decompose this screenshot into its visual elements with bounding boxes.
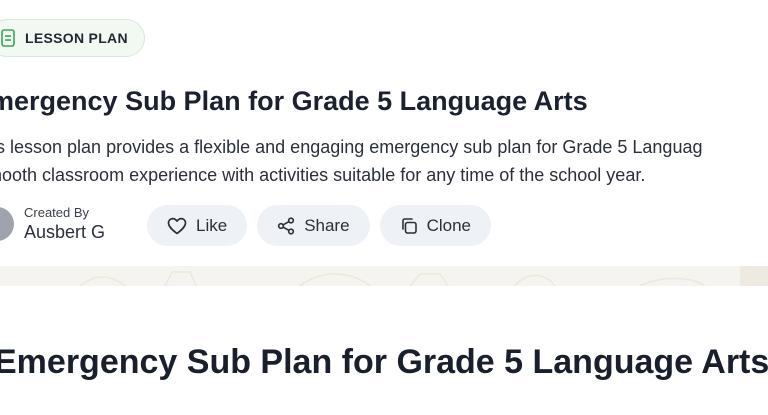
badge-label: LESSON PLAN: [25, 30, 128, 46]
clone-label: Clone: [426, 215, 471, 235]
author-text: Created By Ausbert G: [24, 205, 105, 243]
page-title: mergency Sub Plan for Grade 5 Language A…: [0, 86, 588, 116]
like-label: Like: [196, 215, 228, 235]
share-icon: [277, 216, 295, 235]
cover-image-banner: [0, 266, 768, 286]
content-heading: Emergency Sub Plan for Grade 5 Language …: [0, 343, 768, 381]
author-info[interactable]: Created By Ausbert G: [0, 205, 105, 243]
like-button[interactable]: Like: [147, 205, 248, 246]
lesson-plan-badge: LESSON PLAN: [0, 19, 145, 57]
description-line-1: is lesson plan provides a flexible and e…: [0, 137, 703, 157]
document-icon: [1, 29, 15, 47]
avatar[interactable]: [0, 207, 14, 241]
lesson-plan-page: LESSON PLAN mergency Sub Plan for Grade …: [0, 0, 768, 415]
action-bar: Like Share Clone: [147, 205, 491, 246]
share-label: Share: [304, 215, 350, 235]
author-name[interactable]: Ausbert G: [24, 221, 105, 243]
heart-icon: [167, 217, 187, 235]
lesson-description: is lesson plan provides a flexible and e…: [0, 133, 768, 189]
description-line-2: nooth classroom experience with activiti…: [0, 165, 646, 185]
clone-button[interactable]: Clone: [379, 205, 491, 246]
copy-icon: [400, 217, 418, 235]
created-by-label: Created By: [24, 205, 90, 220]
share-button[interactable]: Share: [257, 205, 370, 246]
